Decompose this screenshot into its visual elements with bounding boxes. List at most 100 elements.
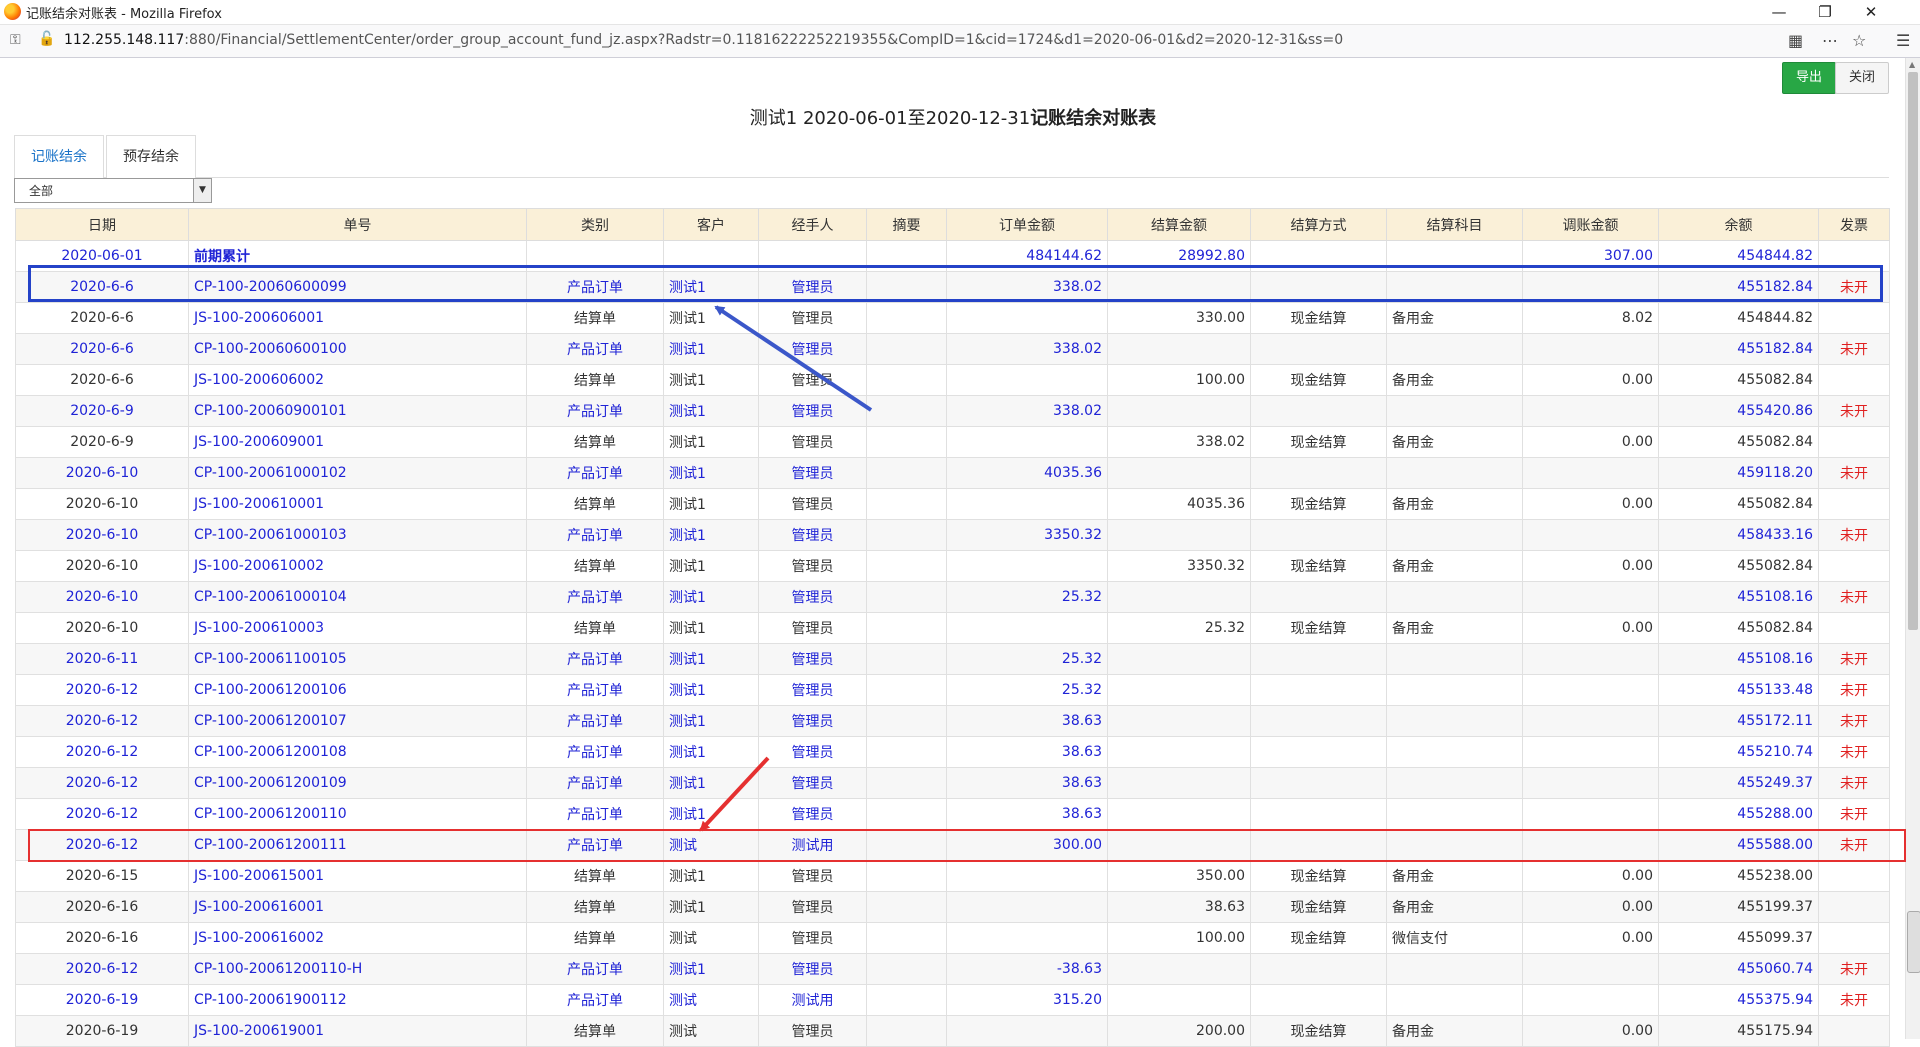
customer-cell[interactable]: 测试1 xyxy=(663,798,759,830)
order-number-link[interactable]: CP-100-20061200107 xyxy=(188,705,527,737)
type-cell[interactable]: 产品订单 xyxy=(526,271,664,303)
type-cell[interactable]: 产品订单 xyxy=(526,643,664,675)
settle-amount-cell: 350.00 xyxy=(1107,860,1251,892)
tab-ledger-balance[interactable]: 记账结余 xyxy=(14,135,104,179)
handler-cell[interactable]: 测试用 xyxy=(758,984,867,1016)
type-cell[interactable]: 产品订单 xyxy=(526,984,664,1016)
scrollbar-thumb[interactable] xyxy=(1908,72,1918,630)
filter-select[interactable]: 全部 ▼ xyxy=(14,178,212,203)
close-window-icon[interactable]: ✕ xyxy=(1848,0,1894,24)
handler-cell[interactable]: 管理员 xyxy=(758,798,867,830)
order-number-link[interactable]: CP-100-20061000102 xyxy=(188,457,527,489)
order-number-link[interactable]: CP-100-20060600100 xyxy=(188,333,527,365)
order-number-link[interactable]: JS-100-200606002 xyxy=(188,364,527,396)
type-cell[interactable]: 产品订单 xyxy=(526,953,664,985)
handler-cell[interactable]: 管理员 xyxy=(758,271,867,303)
customer-cell[interactable]: 测试1 xyxy=(663,674,759,706)
shield-icon[interactable]: ⚿ xyxy=(10,32,21,48)
handler-cell[interactable]: 管理员 xyxy=(758,705,867,737)
column-header: 订单金额 xyxy=(946,208,1108,241)
tab-prepaid-balance[interactable]: 预存结余 xyxy=(106,135,196,179)
customer-cell[interactable]: 测试 xyxy=(663,829,759,861)
order-number-link[interactable]: JS-100-200616001 xyxy=(188,891,527,923)
table-row: 2020-6-6 CP-100-20060600100 产品订单 测试1 管理员 338.… xyxy=(15,333,1890,365)
type-cell[interactable]: 产品订单 xyxy=(526,736,664,768)
customer-cell[interactable]: 测试1 xyxy=(663,333,759,365)
adjust-amount-cell xyxy=(1522,829,1659,861)
minimize-icon[interactable]: — xyxy=(1756,0,1802,24)
bookmark-star-icon[interactable]: ☆ xyxy=(1852,31,1866,50)
handler-cell[interactable]: 管理员 xyxy=(758,333,867,365)
order-number-link[interactable]: CP-100-20061000103 xyxy=(188,519,527,551)
insecure-lock-icon[interactable]: 🔓 xyxy=(38,31,55,47)
handler-cell[interactable]: 管理员 xyxy=(758,457,867,489)
handler-cell[interactable]: 管理员 xyxy=(758,736,867,768)
handler-cell[interactable]: 管理员 xyxy=(758,581,867,613)
order-number-link[interactable]: JS-100-200609001 xyxy=(188,426,527,458)
url-text[interactable]: 112.255.148.117:880/Financial/Settlement… xyxy=(64,32,1343,48)
type-cell[interactable]: 产品订单 xyxy=(526,705,664,737)
type-cell[interactable]: 产品订单 xyxy=(526,767,664,799)
type-cell[interactable]: 产品订单 xyxy=(526,798,664,830)
handler-cell[interactable]: 测试用 xyxy=(758,829,867,861)
handler-cell[interactable]: 管理员 xyxy=(758,767,867,799)
order-number-link[interactable]: CP-100-20061200109 xyxy=(188,767,527,799)
type-cell[interactable]: 产品订单 xyxy=(526,581,664,613)
handler-cell[interactable]: 管理员 xyxy=(758,643,867,675)
order-number-link[interactable]: JS-100-200610002 xyxy=(188,550,527,582)
type-cell[interactable]: 产品订单 xyxy=(526,395,664,427)
customer-cell[interactable]: 测试1 xyxy=(663,581,759,613)
handler-cell[interactable]: 管理员 xyxy=(758,519,867,551)
side-panel-handle[interactable] xyxy=(1907,911,1920,973)
order-number-link[interactable]: JS-100-200619001 xyxy=(188,1015,527,1047)
restore-icon[interactable]: ❐ xyxy=(1802,0,1848,24)
chevron-down-icon[interactable]: ▼ xyxy=(193,179,211,202)
order-number-link[interactable]: CP-100-20060600099 xyxy=(188,271,527,303)
order-number-link[interactable]: JS-100-200606001 xyxy=(188,302,527,334)
scroll-up-icon[interactable]: ▲ xyxy=(1909,60,1915,69)
customer-cell[interactable]: 测试1 xyxy=(663,953,759,985)
handler-cell[interactable]: 管理员 xyxy=(758,953,867,985)
order-number-link[interactable]: CP-100-20061000104 xyxy=(188,581,527,613)
type-cell[interactable]: 产品订单 xyxy=(526,674,664,706)
order-number-link[interactable]: CP-100-20061200108 xyxy=(188,736,527,768)
customer-cell[interactable]: 测试 xyxy=(663,984,759,1016)
order-number-link[interactable]: JS-100-200610003 xyxy=(188,612,527,644)
order-number-link[interactable]: CP-100-20061100105 xyxy=(188,643,527,675)
type-cell[interactable]: 产品订单 xyxy=(526,519,664,551)
customer-cell[interactable]: 测试1 xyxy=(663,457,759,489)
type-cell[interactable]: 产品订单 xyxy=(526,457,664,489)
close-button[interactable]: 关闭 xyxy=(1835,62,1889,94)
order-number-link[interactable]: CP-100-20061200110-H xyxy=(188,953,527,985)
customer-cell[interactable]: 测试1 xyxy=(663,271,759,303)
order-number-link[interactable]: JS-100-200616002 xyxy=(188,922,527,954)
invoice-status-cell xyxy=(1818,891,1890,923)
qr-icon[interactable]: ▦ xyxy=(1788,31,1803,50)
order-number-link[interactable]: 前期累计 xyxy=(188,240,527,272)
type-cell[interactable]: 产品订单 xyxy=(526,333,664,365)
customer-cell[interactable]: 测试1 xyxy=(663,736,759,768)
handler-cell[interactable]: 管理员 xyxy=(758,395,867,427)
export-button[interactable]: 导出 xyxy=(1782,62,1836,94)
customer-cell[interactable]: 测试1 xyxy=(663,705,759,737)
order-number-link[interactable]: CP-100-20061900112 xyxy=(188,984,527,1016)
method-cell xyxy=(1250,395,1387,427)
method-cell: 现金结算 xyxy=(1250,364,1387,396)
customer-cell[interactable]: 测试1 xyxy=(663,767,759,799)
customer-cell[interactable]: 测试1 xyxy=(663,395,759,427)
order-number-link[interactable]: CP-100-20061200106 xyxy=(188,674,527,706)
order-number-link[interactable]: CP-100-20061200111 xyxy=(188,829,527,861)
customer-cell[interactable]: 测试1 xyxy=(663,519,759,551)
order-number-link[interactable]: JS-100-200615001 xyxy=(188,860,527,892)
type-cell[interactable]: 产品订单 xyxy=(526,829,664,861)
address-bar[interactable]: ⚿ 🔓 112.255.148.117:880/Financial/Settle… xyxy=(0,25,1920,58)
order-number-link[interactable]: JS-100-200610001 xyxy=(188,488,527,520)
customer-cell[interactable]: 测试1 xyxy=(663,643,759,675)
customer-cell: 测试1 xyxy=(663,426,759,458)
order-number-link[interactable]: CP-100-20061200110 xyxy=(188,798,527,830)
page-scrollbar[interactable]: ▲ xyxy=(1905,58,1920,1039)
order-number-link[interactable]: CP-100-20060900101 xyxy=(188,395,527,427)
more-icon[interactable]: ⋯ xyxy=(1822,31,1838,50)
menu-icon[interactable]: ☰ xyxy=(1896,31,1910,50)
handler-cell[interactable]: 管理员 xyxy=(758,674,867,706)
